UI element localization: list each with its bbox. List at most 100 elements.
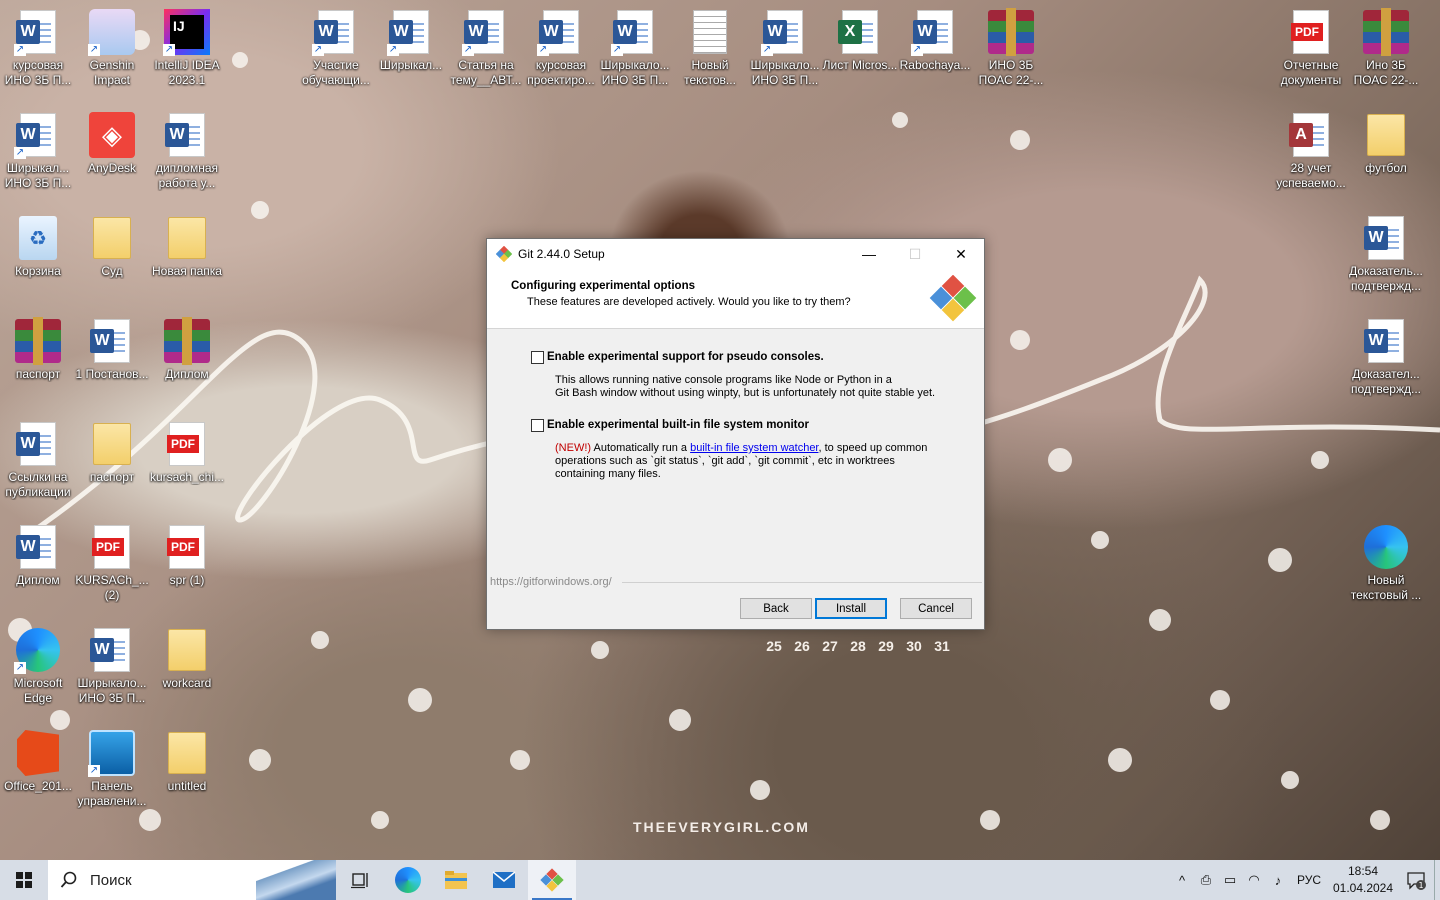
fsmonitor-label[interactable]: Enable experimental built-in file system…: [547, 419, 809, 431]
meet-now-icon[interactable]: ⎙: [1194, 872, 1218, 888]
calendar-day: 25: [766, 638, 782, 654]
desktop-icon-word[interactable]: WУчастие обучающи...: [298, 0, 374, 96]
desktop-icon-anydesk[interactable]: ◈ AnyDesk: [74, 103, 150, 199]
install-button[interactable]: Install: [815, 598, 887, 619]
desktop-icon-label: Microsoft Edge: [13, 676, 63, 705]
desktop-icon-label: Доказател... подтвержд...: [1350, 367, 1422, 396]
show-desktop-button[interactable]: [1434, 860, 1440, 900]
taskbar-search-box[interactable]: Поиск: [48, 860, 336, 900]
word-doc-icon: W: [14, 523, 62, 571]
desktop-icon-pdf[interactable]: PDF spr (1): [149, 515, 225, 611]
footer-divider: [622, 582, 982, 583]
desktop-icon-folder[interactable]: паспорт: [74, 412, 150, 508]
desktop-icon-office[interactable]: Office_201...: [0, 721, 76, 817]
new-tag: (NEW!): [555, 442, 592, 454]
desktop-icon-label: курсовая ИНО 3Б П...: [4, 58, 72, 87]
taskbar-mail[interactable]: [480, 860, 528, 900]
cancel-button[interactable]: Cancel: [900, 598, 972, 619]
desktop-icon-rar[interactable]: паспорт: [0, 309, 76, 405]
desktop-icon-word[interactable]: WСтатья на тему__АВТ...: [448, 0, 524, 96]
desktop-icon-excel[interactable]: X Лист Micros...: [822, 0, 898, 96]
desktop-icon-word[interactable]: Wкурсовая ИНО 3Б П...: [0, 0, 76, 96]
search-highlight-image: [256, 860, 336, 900]
desktop-icon-label: Отчетные документы: [1280, 58, 1342, 87]
winrar-archive-icon: [14, 317, 62, 365]
minimize-button[interactable]: —: [846, 239, 892, 269]
calendar-day: 31: [934, 638, 950, 654]
desktop-icon-pdf[interactable]: PDF kursach_chi...: [149, 412, 225, 508]
pseudo-console-checkbox[interactable]: [531, 351, 544, 364]
word-doc-icon: W: [14, 8, 62, 56]
desktop-icon-word[interactable]: Wкурсовая проектиро...: [523, 0, 599, 96]
desktop-icon-word[interactable]: Wдипломная работа у...: [149, 103, 225, 199]
volume-icon[interactable]: ♪: [1266, 873, 1290, 888]
desktop-icon-word[interactable]: WШирыкало... ИНО 3Б П...: [747, 0, 823, 96]
desktop-icon-folder[interactable]: футбол: [1348, 103, 1424, 199]
desktop-icon-recycle-bin[interactable]: ♻ Корзина: [0, 206, 76, 302]
desktop-icon-edge-file[interactable]: Новый текстовый ...: [1348, 515, 1424, 611]
word-doc-icon: W: [611, 8, 659, 56]
desktop-icon-word[interactable]: W Доказател... подтвержд...: [1348, 309, 1424, 405]
desktop-icon-label: 1 Постанов...: [75, 367, 149, 381]
winrar-archive-icon: [987, 8, 1035, 56]
desktop-icon-genshin[interactable]: Genshin Impact: [74, 0, 150, 96]
desktop-icon-label: паспорт: [15, 367, 61, 381]
pdf-file-icon: PDF: [163, 420, 211, 468]
fsmonitor-link[interactable]: built-in file system watcher: [690, 442, 818, 454]
desktop-icon-rar[interactable]: Ино 3Б ПОАС 22-...: [1348, 0, 1424, 96]
desktop-icon-intellij[interactable]: IJIntelliJ IDEA 2023.1: [149, 0, 225, 96]
taskbar-file-explorer[interactable]: [432, 860, 480, 900]
desktop-icon-rar[interactable]: ИНО 3Б ПОАС 22-...: [973, 0, 1049, 96]
desktop-icon-label: Корзина: [15, 264, 61, 278]
text-file-icon: [686, 8, 734, 56]
word-doc-icon: W: [14, 111, 62, 159]
desktop-icon-text[interactable]: Новый текстов...: [672, 0, 748, 96]
clock[interactable]: 18:54 01.04.2024: [1328, 863, 1398, 897]
desktop-icon-label: паспорт: [89, 470, 135, 484]
desktop-icon-word[interactable]: W Ширыкал...: [373, 0, 449, 96]
desktop-icon-word[interactable]: W Диплом: [0, 515, 76, 611]
notification-center-button[interactable]: 1: [1398, 860, 1434, 900]
input-language[interactable]: РУС: [1290, 873, 1328, 887]
wifi-icon[interactable]: ◠: [1242, 872, 1266, 888]
git-app-icon: [540, 868, 564, 892]
word-doc-icon: W: [387, 8, 435, 56]
desktop-icon-folder[interactable]: workcard: [149, 618, 225, 714]
desktop-icon-label: Новый текстовый ...: [1350, 573, 1422, 602]
fsmonitor-checkbox[interactable]: [531, 419, 544, 432]
taskbar-edge[interactable]: [384, 860, 432, 900]
desktop-icon-folder[interactable]: Новая папка: [149, 206, 225, 302]
desktop-icon-folder[interactable]: untitled: [149, 721, 225, 817]
desktop-icon-access[interactable]: A 28 учет успеваемо...: [1273, 103, 1349, 199]
desktop-icon-edge[interactable]: Microsoft Edge: [0, 618, 76, 714]
desktop-icon-word[interactable]: W Доказатель... подтвержд...: [1348, 206, 1424, 302]
taskbar-git-setup[interactable]: [528, 860, 576, 900]
desktop-icon-pdf[interactable]: PDF Отчетные документы: [1273, 0, 1349, 96]
back-button[interactable]: Back: [740, 598, 812, 619]
word-doc-icon: W: [1362, 317, 1410, 365]
description-line: Git Bash window without using winpty, bu…: [555, 387, 936, 399]
desktop-icon-word[interactable]: W Ссылки на публикации: [0, 412, 76, 508]
battery-icon[interactable]: ▭: [1218, 872, 1242, 888]
desktop-icon-word[interactable]: WШирыкало... ИНО 3Б П...: [74, 618, 150, 714]
desktop-icon-word[interactable]: WШирыкал... ИНО 3Б П...: [0, 103, 76, 199]
desktop-icon-word[interactable]: WШирыкало... ИНО 3Б П...: [597, 0, 673, 96]
dialog-title: Git 2.44.0 Setup: [518, 247, 605, 261]
wallpaper-watermark: THEEVERYGIRL.COM: [633, 819, 810, 835]
desktop-icon-label: Панель управлени...: [77, 779, 147, 808]
desktop-icon-folder[interactable]: Суд: [74, 206, 150, 302]
desktop-icon-pdf[interactable]: PDF KURSACh_... (2): [74, 515, 150, 611]
desktop-icon-label: Статья на тему__АВТ...: [450, 58, 522, 87]
desktop-icon-label: Диплом: [165, 367, 209, 381]
desktop-icon-intel-panel[interactable]: Панель управлени...: [74, 721, 150, 817]
show-hidden-icons-chevron-icon[interactable]: ^: [1170, 873, 1194, 888]
pseudo-console-label[interactable]: Enable experimental support for pseudo c…: [547, 351, 824, 363]
desktop-icon-word[interactable]: W 1 Постанов...: [74, 309, 150, 405]
task-view-button[interactable]: [336, 860, 384, 900]
folder-icon: [163, 729, 211, 777]
desktop-icon-word[interactable]: W Rabochaya...: [897, 0, 973, 96]
dialog-titlebar[interactable]: Git 2.44.0 Setup — ☐ ✕: [487, 239, 984, 269]
start-button[interactable]: [0, 860, 48, 900]
close-button[interactable]: ✕: [938, 239, 984, 269]
desktop-icon-rar[interactable]: Диплом: [149, 309, 225, 405]
